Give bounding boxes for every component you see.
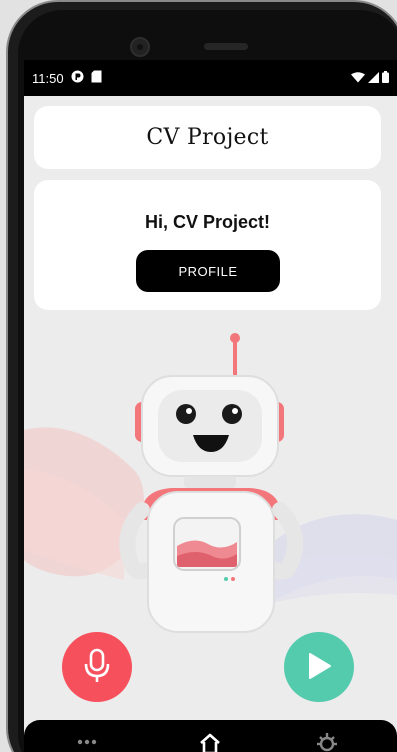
status-bar: 11:50 xyxy=(24,60,397,96)
nav-home[interactable] xyxy=(193,732,227,752)
battery-icon xyxy=(382,70,389,86)
profile-button[interactable]: PROFILE xyxy=(136,250,280,292)
home-icon xyxy=(198,732,222,752)
wifi-icon xyxy=(351,71,365,86)
front-camera xyxy=(130,37,150,57)
greeting-text: Hi, CV Project! xyxy=(144,212,271,232)
status-time: 11:50 xyxy=(32,70,64,86)
microphone-button[interactable] xyxy=(62,632,132,702)
signal-icon xyxy=(368,71,379,86)
title-card: CV Project xyxy=(34,106,381,169)
play-icon xyxy=(306,652,332,683)
sd-card-icon xyxy=(91,70,102,86)
page-title: CV Project xyxy=(146,125,269,150)
nav-settings[interactable] xyxy=(310,732,344,752)
more-dots-icon xyxy=(76,732,98,750)
app-notification-icon xyxy=(71,70,84,86)
microphone-icon xyxy=(82,648,112,687)
earpiece-speaker xyxy=(204,43,248,50)
settings-icon xyxy=(315,732,339,752)
play-button[interactable] xyxy=(284,632,354,702)
greeting-card: Hi, CV Project! PROFILE xyxy=(34,180,381,310)
bottom-navigation xyxy=(24,720,397,752)
app-screen: 11:50 CV Project Hi, CV Project! PROFILE xyxy=(24,60,397,752)
robot-illustration xyxy=(24,320,397,660)
nav-more[interactable] xyxy=(70,732,104,752)
